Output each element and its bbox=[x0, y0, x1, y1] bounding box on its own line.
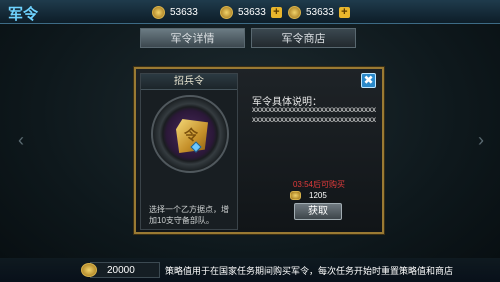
gold-coin-icon bbox=[220, 5, 233, 19]
buy-cost: 1205 bbox=[290, 191, 327, 200]
gold-token-icon bbox=[288, 5, 301, 19]
strategy-balance: 20000 bbox=[81, 262, 160, 278]
order-modal: 招兵令 令 选择一个乙方据点，增加10支守备部队。 ✖ 军令具体说明： xxxx… bbox=[134, 67, 384, 234]
gold-ingot-icon bbox=[81, 263, 97, 277]
footer: 20000 策略值用于在国家任务期间购买军令，每次任务开始时重置策略值和商店 bbox=[0, 258, 500, 282]
buy-timer: 03:54后可购买 bbox=[292, 180, 346, 189]
top-bar: 军令 53633 53633 + 53633 + bbox=[0, 0, 500, 24]
footer-note: 策略值用于在国家任务期间购买军令，每次任务开始时重置策略值和商店 bbox=[165, 266, 454, 276]
left-arrow-icon[interactable]: ‹ bbox=[18, 130, 24, 151]
order-card-title: 招兵令 bbox=[141, 74, 237, 90]
order-card: 招兵令 令 选择一个乙方据点，增加10支守备部队。 bbox=[140, 73, 238, 230]
page-title: 军令 bbox=[8, 6, 39, 23]
gold-coin-icon bbox=[290, 191, 301, 200]
right-arrow-icon[interactable]: › bbox=[478, 130, 484, 151]
resource-coin-value: 53633 bbox=[238, 6, 266, 18]
detail-body: xxxxxxxxxxxxxxxxxxxxxxxxxxxxxxxxxxxxxxxx… bbox=[252, 105, 376, 124]
buy-cost-value: 1205 bbox=[309, 191, 327, 200]
resource-ingot-value: 53633 bbox=[170, 6, 198, 18]
acquire-button[interactable]: 获取 bbox=[294, 203, 342, 220]
resource-token-value: 53633 bbox=[306, 6, 334, 18]
resource-ingot: 53633 bbox=[152, 4, 198, 20]
add-token-button[interactable]: + bbox=[338, 6, 350, 18]
close-button[interactable]: ✖ bbox=[361, 73, 376, 88]
gold-ingot-icon bbox=[152, 5, 165, 19]
tab-order-details[interactable]: 军令详情 bbox=[140, 28, 245, 48]
tab-bar: 军令详情 军令商店 bbox=[140, 28, 356, 48]
resource-token: 53633 + bbox=[288, 4, 350, 20]
buy-panel: 03:54后可购买 1205 获取 bbox=[282, 179, 356, 225]
order-description: 选择一个乙方据点，增加10支守备部队。 bbox=[149, 205, 229, 225]
resource-coin: 53633 + bbox=[220, 4, 282, 20]
order-medal-icon: 令 bbox=[151, 95, 229, 173]
tab-order-shop[interactable]: 军令商店 bbox=[251, 28, 356, 48]
strategy-balance-value: 20000 bbox=[107, 264, 135, 276]
add-coin-button[interactable]: + bbox=[270, 6, 282, 18]
